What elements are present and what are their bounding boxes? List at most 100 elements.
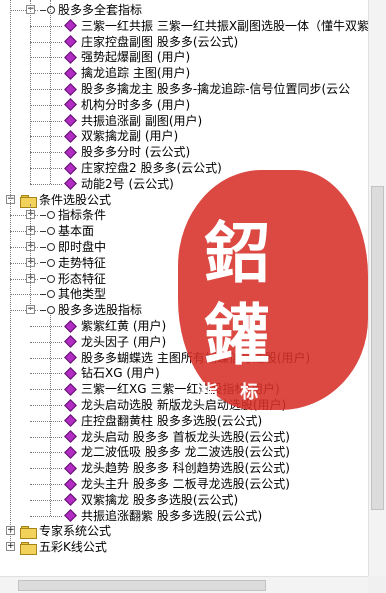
tree-item[interactable]: 强势起爆副图 (用户) [64,49,190,65]
formula-diamond-icon [64,130,77,143]
tree-item[interactable]: 股多多分时 (云公式) [64,144,190,160]
tree-item-label: 基本面 [58,224,95,239]
ring-node-icon [40,290,55,299]
tree-connector [30,436,62,438]
tree-connector [10,0,11,548]
tree-item[interactable]: 股多多选股指标 [40,302,142,318]
tree-item-label: 共振追涨翻紫 股多多选股(云公式) [81,508,263,523]
tree-item[interactable]: 龙头趋势 股多多 科创趋势选股(云公式) [64,460,290,476]
vertical-scroll-thumb[interactable] [371,186,384,510]
horizontal-scrollbar[interactable] [0,576,368,593]
tree-item-label: 强势起爆副图 (用户) [81,50,191,65]
formula-diamond-icon [64,367,77,380]
formula-diamond-icon [64,35,77,48]
tree-item[interactable]: 龙二波低吸 股多多 龙二波选股(云公式) [64,444,290,460]
tree-item[interactable]: 机构分时多多 (用户) [64,97,190,113]
tree-item[interactable]: 即时盘中 [40,239,106,255]
tree-connector [30,452,62,454]
tree-item[interactable]: 共振追涨副 副图(用户) [64,113,202,129]
tree-item-label: 形态特征 [58,271,107,286]
stamp-char-bottom: 鑵 [204,296,270,374]
formula-diamond-icon [64,19,77,33]
tree-item[interactable]: 基本面 [40,223,94,239]
tree-item-label: 指标条件 [58,208,107,223]
tree-item-label: 股多多擒龙主 股多多-擒龙追踪-信号位置同步(云公 [81,82,351,96]
tree-item[interactable]: 走势特征 [40,255,106,271]
tree-connector [30,57,62,59]
watermark-text: 指 标 [200,382,267,403]
vertical-scrollbar[interactable] [368,0,386,576]
tree-item-label: 双紫擒龙 股多多选股(云公式) [81,492,239,507]
tree-item-label: 股多多全套指标 [58,3,143,17]
formula-diamond-icon [64,446,77,459]
tree-item[interactable]: 紫紫红黄 (用户) [64,318,166,334]
watermark-stamp: 鉊 鑵 [178,170,368,410]
formula-diamond-icon [64,477,77,491]
tree-connector [30,89,62,90]
tree-item[interactable]: 双紫擒龙 股多多选股(云公式) [64,492,238,508]
tree-item[interactable]: 动能2号 (云公式) [64,176,174,192]
formula-diamond-icon [64,51,77,64]
ring-node-icon [40,306,55,315]
tree-item-label: 龙头趋势 股多多 科创趋势选股(云公式) [81,461,290,476]
tree-item-label: 五彩K线公式 [39,540,107,555]
tree-item[interactable]: 钻石XG (用户) [64,365,160,381]
tree-connector [30,405,62,406]
formula-diamond-icon [64,351,77,364]
tree-item[interactable]: 擒龙追踪 主图(用户) [64,65,190,81]
tree-item[interactable]: 庄控盘翻黄柱 股多多选股(云公式) [64,413,262,429]
tree-item[interactable]: 龙头主升 股多多 二板寻龙选股(云公式) [64,476,290,492]
tree-item-label: 三紫一红共振 三紫一红共振X副图选股一体（懂牛双紫 [81,18,368,33]
formula-diamond-icon [64,66,77,80]
tree-item[interactable]: 龙头启动 股多多 首板龙头选股(云公式) [64,429,290,445]
horizontal-scroll-thumb[interactable] [18,580,266,591]
tree-item-label: 龙头主升 股多多 二板寻龙选股(云公式) [81,477,290,491]
tree-item[interactable]: 五彩K线公式 [20,539,107,556]
tree-item[interactable]: 庄家控盘副图 股多多(云公式) [64,34,238,50]
folder-icon [20,526,37,540]
tree-connector [30,0,31,184]
tree-connector [30,203,31,311]
folder-icon [20,542,37,556]
formula-diamond-icon [64,98,77,112]
tree-item[interactable]: 条件选股公式 [20,192,111,208]
tree-item[interactable]: 三紫一红共振 三紫一红共振X副图选股一体（懂牛双紫 [64,18,368,34]
formula-diamond-icon [64,161,77,175]
tree-item[interactable]: 庄家控盘2 股多多(云公式) [64,160,222,176]
tree-item-label: 走势特征 [58,255,107,270]
tree-item-label: 庄控盘翻黄柱 股多多选股(云公式) [81,413,263,428]
tree-item[interactable]: 双紫擒龙副 (用户) [64,128,178,144]
tree-item[interactable]: 股多多擒龙主 股多多-擒龙追踪-信号位置同步(云公 [64,81,350,97]
tree-item[interactable]: 共振追涨翻紫 股多多选股(云公式) [64,508,262,524]
tree-item-label: 庄家控盘2 股多多(云公式) [81,161,222,175]
formula-diamond-icon [64,414,77,428]
tree-connector [30,326,62,327]
tree-item-label: 动能2号 (云公式) [81,176,174,191]
tree-item-label: 共振追涨副 副图(用户) [81,113,203,128]
formula-diamond-icon [64,177,77,191]
tree-connector [30,41,62,43]
ring-node-icon [40,227,55,236]
tree-item[interactable]: 专家系统公式 [20,523,111,540]
tree-connector [30,468,62,470]
tree-item-label: 紫紫红黄 (用户) [81,319,167,333]
tree-item[interactable]: 其他类型 [40,286,106,302]
tree-item-label: 擒龙追踪 主图(用户) [81,66,191,81]
tree-connector [30,120,62,122]
tree-item-label: 龙头因子 (用户) [81,334,167,349]
tree-item[interactable]: 形态特征 [40,271,106,287]
tree-item-label: 龙二波低吸 股多多 龙二波选股(云公式) [81,445,290,460]
tree-item[interactable]: 股多多全套指标 [40,2,142,18]
formula-diamond-icon [64,509,77,522]
tree-connector [30,168,62,169]
tree-item[interactable]: 指标条件 [40,207,106,223]
formula-diamond-icon [64,114,77,127]
tree-connector [30,104,62,106]
tree-item-label: 即时盘中 [58,240,107,254]
tree-item-label: 机构分时多多 (用户) [81,97,191,112]
tree-connector [30,484,62,485]
tree-item[interactable]: 龙头因子 (用户) [64,334,166,350]
ring-node-icon [40,6,55,14]
tree-connector [30,73,62,75]
tree-connector [30,373,62,375]
